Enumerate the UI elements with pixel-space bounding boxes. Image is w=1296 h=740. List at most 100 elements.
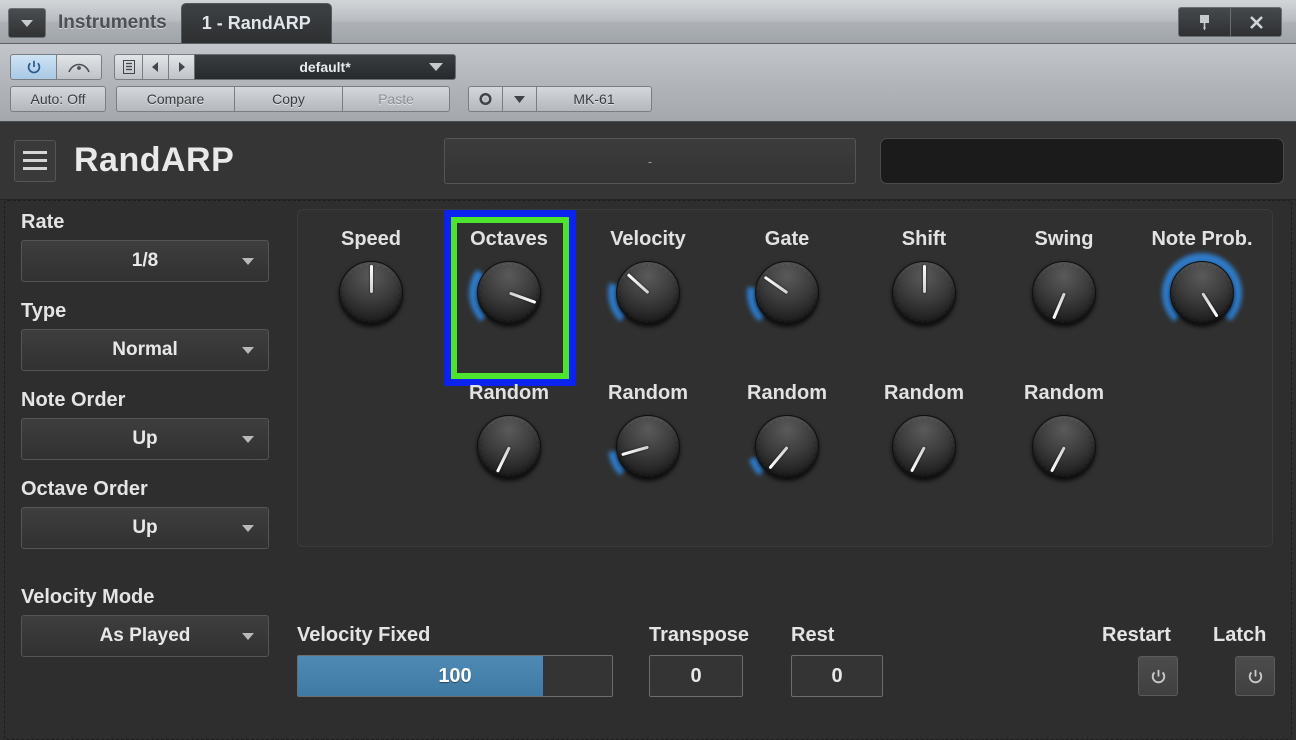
note-prob-knob[interactable] <box>1162 253 1242 333</box>
shift-pointer <box>922 265 926 293</box>
random-4-label: Random <box>884 382 964 404</box>
random-1-cell: Random <box>453 382 565 483</box>
random-1-label: Random <box>469 382 549 404</box>
bypass-button[interactable] <box>56 54 102 80</box>
swing-label: Swing <box>1034 228 1094 250</box>
note-order-label: Note Order <box>21 389 126 411</box>
octaves-cell: Octaves <box>453 228 565 333</box>
preset-name-field[interactable]: default* <box>194 54 456 80</box>
shift-cell: Shift <box>868 228 980 329</box>
velocity-fixed-value: 100 <box>438 664 472 687</box>
random-3-cell: Random <box>731 382 843 487</box>
plugin-display-box <box>880 138 1284 184</box>
prev-arrow-icon <box>152 62 158 72</box>
random-4-knob[interactable] <box>888 411 960 483</box>
rate-value: 1/8 <box>131 250 159 271</box>
octave-order-label: Octave Order <box>21 478 148 500</box>
bypass-curve-icon <box>68 63 90 73</box>
close-button[interactable] <box>1230 7 1282 37</box>
device-menu-button[interactable] <box>502 86 536 112</box>
pin-button[interactable] <box>1178 7 1230 37</box>
rest-field[interactable]: 0 <box>791 655 883 697</box>
power-bypass-group <box>10 54 102 80</box>
velocity-cell: Velocity <box>592 228 704 333</box>
host-menu-button[interactable] <box>8 8 46 38</box>
restart-label: Restart <box>1102 624 1171 646</box>
gear-icon <box>479 92 492 106</box>
preset-nav-group: default* <box>114 54 456 80</box>
plugin-menu-button[interactable] <box>14 139 56 182</box>
transpose-label: Transpose <box>649 624 750 646</box>
random-5-knob[interactable] <box>1028 411 1100 483</box>
host-title-bar: Instruments 1 - RandARP <box>0 0 1296 44</box>
hamburger-menu-icon <box>23 151 47 154</box>
octave-order-value: Up <box>132 517 158 538</box>
automation-button[interactable]: Auto: Off <box>10 86 106 112</box>
plugin-preset-browser[interactable]: - <box>444 138 856 184</box>
random-1-knob[interactable] <box>473 411 545 483</box>
caret-down-icon <box>514 95 525 103</box>
velocity-knob[interactable] <box>608 253 688 333</box>
random-3-label: Random <box>747 382 827 404</box>
random-2-label: Random <box>608 382 688 404</box>
shift-knob[interactable] <box>888 257 960 329</box>
page-title: RandARP <box>74 141 235 179</box>
note-prob-label: Note Prob. <box>1151 228 1253 250</box>
preset-next-button[interactable] <box>168 54 194 80</box>
latch-toggle[interactable] <box>1235 656 1275 696</box>
gate-label: Gate <box>764 228 810 250</box>
shift-label: Shift <box>901 228 947 250</box>
compare-button[interactable]: Compare <box>116 86 234 112</box>
hamburger-menu-icon <box>23 167 47 170</box>
octave-order-select[interactable]: Up <box>21 507 269 549</box>
compare-copy-paste-group: Compare Copy Paste <box>116 86 450 112</box>
velocity-fixed-slider[interactable]: 100 <box>297 655 613 697</box>
transpose-field[interactable]: 0 <box>649 655 743 697</box>
note-order-select[interactable]: Up <box>21 418 269 460</box>
swing-knob[interactable] <box>1028 257 1100 329</box>
restart-toggle[interactable] <box>1138 656 1178 696</box>
rest-label: Rest <box>791 624 835 646</box>
latch-label: Latch <box>1213 624 1267 646</box>
note-prob-cell: Note Prob. <box>1146 228 1258 333</box>
octaves-knob[interactable] <box>469 253 549 333</box>
plugin-preset-text: - <box>647 153 653 169</box>
swing-cell: Swing <box>1008 228 1120 329</box>
velocity-mode-label: Velocity Mode <box>21 586 155 608</box>
plugin-power-button[interactable] <box>10 54 56 80</box>
settings-button[interactable] <box>468 86 502 112</box>
tab-randarp[interactable]: 1 - RandARP <box>180 3 332 43</box>
speed-pointer <box>369 265 373 293</box>
paste-button: Paste <box>342 86 450 112</box>
chevron-down-icon <box>242 632 254 640</box>
random-4-cell: Random <box>868 382 980 483</box>
note-order-value: Up <box>132 428 158 449</box>
chevron-down-icon <box>242 524 254 532</box>
plugin-main-area: Rate 1/8 Type Normal Note Order Up Octave Orde… <box>4 200 1292 740</box>
close-icon <box>1249 15 1263 29</box>
velocity-mode-select[interactable]: As Played <box>21 615 269 657</box>
next-arrow-icon <box>179 62 185 72</box>
plugin-header: RandARP - <box>0 122 1296 200</box>
power-icon <box>1151 669 1165 683</box>
power-icon <box>1248 669 1262 683</box>
type-label: Type <box>21 300 67 322</box>
type-select[interactable]: Normal <box>21 329 269 371</box>
rate-select[interactable]: 1/8 <box>21 240 269 282</box>
copy-button[interactable]: Copy <box>234 86 342 112</box>
power-icon <box>27 60 40 74</box>
random-5-cell: Random <box>1008 382 1120 483</box>
device-name-label: MK-61 <box>536 86 652 112</box>
preset-list-button[interactable] <box>114 54 142 80</box>
caret-down-icon <box>21 19 33 27</box>
chevron-down-icon <box>242 435 254 443</box>
octaves-label: Octaves <box>470 228 548 250</box>
speed-knob[interactable] <box>335 257 407 329</box>
velocity-label: Velocity <box>610 228 686 250</box>
speed-label: Speed <box>340 228 402 250</box>
preset-name-text: default* <box>299 59 351 75</box>
random-3-knob[interactable] <box>747 407 827 487</box>
preset-prev-button[interactable] <box>142 54 168 80</box>
random-2-knob[interactable] <box>608 407 688 487</box>
gate-knob[interactable] <box>747 253 827 333</box>
